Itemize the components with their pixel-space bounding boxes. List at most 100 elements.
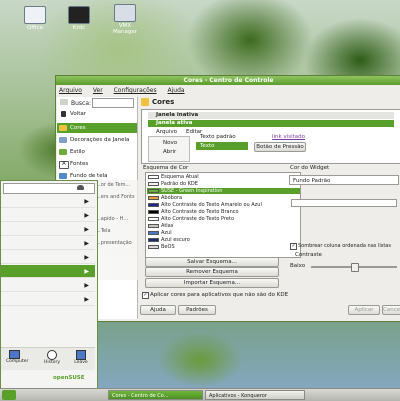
start-menu-row[interactable]: ▶ <box>1 237 95 250</box>
colors-section-icon <box>141 98 149 106</box>
list-item[interactable]: Alto Contraste do Texto Branco <box>147 209 239 215</box>
vmx-manager-icon <box>114 4 136 22</box>
scheme-swatch-icon <box>148 210 159 214</box>
import-scheme-button[interactable]: Importar Esquema... <box>145 278 279 288</box>
taskbar-item[interactable]: Aplicativos - Konqueror <box>205 390 305 400</box>
chevron-right-icon: ▶ <box>84 198 89 205</box>
menu-bar: Arquivo Ver Configurações Ajuda <box>56 86 400 95</box>
style-icon <box>59 149 67 155</box>
widget-color-select[interactable]: Fundo Padrão <box>289 175 399 185</box>
menu-view[interactable]: Ver <box>93 87 103 94</box>
search-input[interactable] <box>92 98 134 108</box>
chevron-right-icon: ▶ <box>84 240 89 247</box>
chevron-right-icon: ▶ <box>84 282 89 289</box>
tab-computer[interactable]: Computer <box>6 350 28 366</box>
back-arrow-icon <box>61 111 66 117</box>
search-label: Busca: <box>71 100 92 107</box>
sidebar-item-colors[interactable]: Cores <box>57 123 137 133</box>
remove-scheme-button[interactable]: Remover Esquema <box>145 267 279 277</box>
scheme-swatch-icon <box>148 224 159 228</box>
scheme-swatch-icon <box>148 196 159 200</box>
menu-help[interactable]: Ajuda <box>168 87 185 94</box>
back-button[interactable]: Voltar <box>57 109 137 119</box>
start-menu-list: ▶ ▶ ▶ ▶ ▶ ▶ ▶ ▶ <box>1 195 95 325</box>
background-window[interactable]: ...or de Tem... ...ers and Fonts ...apid… <box>96 180 138 280</box>
scheme-list[interactable]: Esquema Atual Padrão do KDE SUSE - Green… <box>145 172 301 258</box>
start-menu-tabs: Computer History Leave <box>1 347 95 370</box>
apply-non-kde-checkbox[interactable]: ✓ <box>142 292 149 299</box>
chevron-right-icon: ▶ <box>84 268 89 275</box>
start-search-input[interactable] <box>3 183 95 194</box>
krdc-icon <box>68 6 90 24</box>
list-item[interactable]: Alto Contraste do Texto Preto <box>147 216 234 222</box>
apply-button[interactable]: Aplicar <box>348 305 380 315</box>
desktop-icon-office[interactable]: Office <box>18 6 52 31</box>
desktop-icon-krdc[interactable]: Krdc <box>62 6 96 31</box>
contrast-slider-handle[interactable] <box>351 263 359 272</box>
clear-search-icon[interactable] <box>60 99 68 105</box>
widget-color-swatch[interactable] <box>291 199 397 207</box>
start-menu: ▶ ▶ ▶ ▶ ▶ ▶ ▶ ▶ Computer History Leave openSUSE <box>0 180 98 390</box>
list-item[interactable]: Azul escuro <box>147 237 190 243</box>
start-menu-row[interactable]: ▶ <box>1 293 95 306</box>
color-preview[interactable]: Janela inativa Janela ativa Arquivo Edit… <box>141 109 400 164</box>
defaults-button[interactable]: Padrões <box>178 305 216 315</box>
apply-non-kde-label: Aplicar cores para aplicativos que não s… <box>150 292 289 298</box>
help-button[interactable]: Ajuda <box>140 305 176 315</box>
chevron-right-icon: ▶ <box>84 212 89 219</box>
colors-panel: Cores Janela inativa Janela ativa Arquiv… <box>141 96 400 320</box>
sidebar-item-style[interactable]: Estilo <box>57 147 137 157</box>
shade-checkbox[interactable]: ✓ <box>290 243 297 250</box>
office-icon <box>24 6 46 24</box>
scheme-swatch-icon <box>148 238 159 242</box>
tab-leave[interactable]: Leave <box>73 350 89 366</box>
scheme-swatch-icon <box>148 182 159 186</box>
list-item[interactable]: BeOS <box>147 244 175 250</box>
scheme-swatch-icon <box>148 217 159 221</box>
list-item[interactable]: Alto Contraste do Texto Amarelo ou Azul <box>147 202 262 208</box>
chevron-right-icon: ▶ <box>84 296 89 303</box>
start-menu-row[interactable]: ▶ <box>1 223 95 236</box>
wallpaper-icon <box>59 173 67 179</box>
list-item[interactable]: Padrão do KDE <box>147 181 198 187</box>
scheme-swatch-icon <box>148 231 159 235</box>
opensuse-logo: openSUSE <box>53 375 85 381</box>
menu-file[interactable]: Arquivo <box>59 87 82 94</box>
start-menu-row[interactable]: ▶ <box>1 279 95 292</box>
sidebar-item-window-decorations[interactable]: Decorações da Janela <box>57 135 137 145</box>
list-item[interactable]: Abóbora <box>147 195 182 201</box>
shade-checkbox-label: Sombrear coluna ordenada nas listas <box>298 243 391 249</box>
window-decoration-icon <box>59 137 67 143</box>
fonts-icon: A <box>59 161 69 169</box>
computer-icon <box>8 350 20 359</box>
preview-text-area: Texto padrão link visitado Texto selecio… <box>190 132 310 158</box>
tab-history[interactable]: History <box>44 350 60 366</box>
menu-settings[interactable]: Configurações <box>114 87 157 94</box>
preview-visited-link: link visitado <box>272 134 306 140</box>
save-scheme-button[interactable]: Salvar Esquema... <box>145 257 279 267</box>
preview-active-window: Janela ativa <box>148 120 394 127</box>
start-menu-row[interactable]: ▶ <box>1 265 95 278</box>
start-menu-row[interactable]: ▶ <box>1 209 95 222</box>
window-title-bar[interactable]: Cores - Centro de Controle <box>56 76 400 85</box>
leave-icon <box>76 350 86 360</box>
taskbar-item[interactable]: Cores - Centro de Co... <box>108 390 203 400</box>
scheme-list-title: Esquema de Cor <box>143 165 189 171</box>
list-item[interactable]: Esquema Atual <box>147 174 199 180</box>
scheme-swatch-icon <box>148 245 159 249</box>
list-item[interactable]: SUSE - Green Inspiration <box>147 188 300 194</box>
chevron-right-icon: ▶ <box>84 254 89 261</box>
desktop-icon-vmx-manager[interactable]: VMX Manager <box>108 4 142 35</box>
start-menu-row[interactable]: ▶ <box>1 251 95 264</box>
preview-menu-popup: Novo Abrir <box>148 136 190 162</box>
list-item[interactable]: Atlas <box>147 223 173 229</box>
scheme-swatch-icon <box>148 203 159 207</box>
list-item[interactable]: Azul <box>147 230 172 236</box>
start-button[interactable] <box>2 390 16 400</box>
cancel-button[interactable]: Cancelar <box>382 305 400 315</box>
start-menu-row[interactable]: ▶ <box>1 195 95 208</box>
taskbar: Cores - Centro de Co... Aplicativos - Ko… <box>0 388 400 401</box>
sidebar-item-fonts[interactable]: A Fontes <box>57 159 137 169</box>
contrast-slider[interactable] <box>311 263 397 272</box>
chevron-right-icon: ▶ <box>84 226 89 233</box>
